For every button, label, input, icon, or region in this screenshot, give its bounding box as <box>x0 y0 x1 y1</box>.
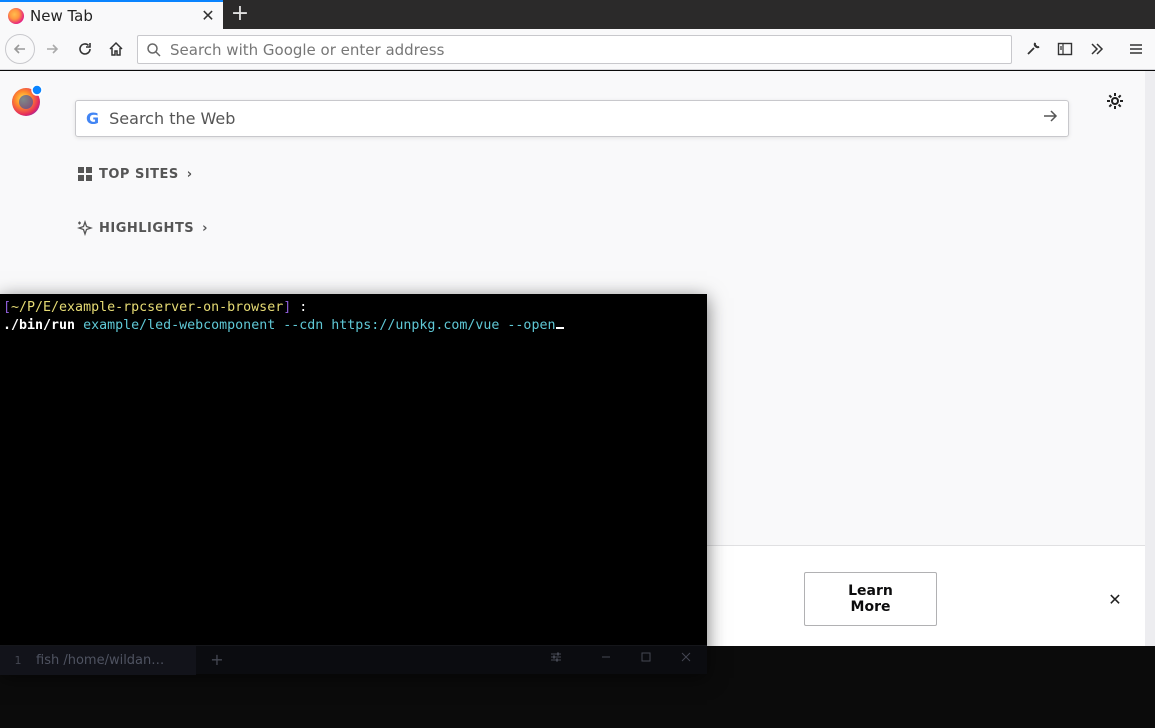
snippet-close-button[interactable]: ✕ <box>1105 590 1125 610</box>
home-icon <box>109 41 123 56</box>
terminal-prompt-line: [~/P/E/example-rpcserver-on-browser] : <box>3 299 703 317</box>
address-bar[interactable]: Search with Google or enter address <box>137 35 1012 64</box>
sidebar-icon <box>1057 42 1073 56</box>
terminal-output[interactable]: [~/P/E/example-rpcserver-on-browser] : .… <box>3 299 703 335</box>
wrench-icon <box>1027 42 1040 55</box>
back-arrow-icon <box>13 44 25 54</box>
hamburger-icon <box>1130 44 1142 54</box>
chevron-right-icon: › <box>186 166 193 182</box>
command-arg-url: https://unpkg.com/vue <box>331 318 500 333</box>
forward-button[interactable] <box>37 34 67 64</box>
google-logo-icon: G <box>86 109 100 128</box>
text-cursor <box>556 327 565 329</box>
tab-strip: New Tab ✕ + <box>0 0 1155 29</box>
terminal-tab[interactable]: 1 fish /home/wildan… <box>0 646 196 675</box>
customize-settings-button[interactable] <box>1103 91 1127 115</box>
terminal-close-button[interactable] <box>676 646 696 674</box>
search-icon <box>147 42 161 57</box>
minimize-icon <box>602 656 610 658</box>
gear-icon <box>1107 93 1123 109</box>
forward-arrow-icon <box>47 44 59 54</box>
command-flag-cdn: --cdn <box>283 318 324 333</box>
back-button[interactable] <box>5 34 35 64</box>
chevron-right-icon: › <box>202 220 209 236</box>
tab-title: New Tab <box>30 6 93 25</box>
prompt-cwd: ~/P/E/example-rpcserver-on-browser <box>11 300 284 315</box>
terminal-preferences-button[interactable] <box>546 646 566 674</box>
terminal-command-line[interactable]: ./bin/run example/led-webcomponent --cdn… <box>3 317 703 335</box>
terminal-window[interactable]: [~/P/E/example-rpcserver-on-browser] : .… <box>0 294 707 675</box>
maximize-icon <box>641 652 651 662</box>
web-search-input[interactable]: G Search the Web <box>75 100 1069 137</box>
search-submit-button[interactable] <box>1032 108 1068 129</box>
command-name: ./bin/run <box>3 318 76 333</box>
command-flag-open: --open <box>507 318 556 333</box>
home-button[interactable] <box>101 34 131 64</box>
navigation-toolbar: Search with Google or enter address <box>0 29 1155 70</box>
reload-icon <box>79 43 91 55</box>
prompt-open-bracket: [ <box>3 300 12 315</box>
web-search-placeholder: Search the Web <box>109 109 236 128</box>
grid-icon <box>78 167 92 181</box>
sliders-icon <box>551 652 561 662</box>
hamburger-menu-button[interactable] <box>1121 34 1151 64</box>
highlights-section-header[interactable]: HIGHLIGHTS › <box>77 220 208 236</box>
double-chevron-right-icon <box>1091 43 1104 55</box>
firefox-favicon-icon <box>8 7 24 24</box>
terminal-maximize-button[interactable] <box>636 646 656 674</box>
terminal-tab-bar: 1 fish /home/wildan… + <box>0 645 707 675</box>
highlights-label: HIGHLIGHTS <box>99 220 195 236</box>
learn-more-button[interactable]: Learn More <box>804 572 937 626</box>
arrow-right-icon <box>1044 110 1058 122</box>
top-sites-label: TOP SITES <box>99 166 179 182</box>
terminal-minimize-button[interactable] <box>596 646 616 674</box>
reload-button[interactable] <box>70 34 100 64</box>
sidebar-toggle-button[interactable] <box>1050 34 1080 64</box>
overflow-menu-button[interactable] <box>1082 34 1112 64</box>
tab-new-tab[interactable]: New Tab ✕ <box>0 0 223 29</box>
terminal-tab-number: 1 <box>14 653 22 667</box>
tab-close-button[interactable]: ✕ <box>197 6 219 25</box>
command-arg-target: example/led-webcomponent <box>83 318 276 333</box>
highlights-sparkle-icon <box>77 220 93 236</box>
firefox-logo-icon <box>12 85 43 116</box>
new-tab-button[interactable]: + <box>228 0 252 29</box>
prompt-suffix: : <box>291 300 308 315</box>
top-sites-section-header[interactable]: TOP SITES › <box>77 166 193 182</box>
close-icon <box>681 652 691 662</box>
terminal-new-tab-button[interactable]: + <box>207 646 227 674</box>
address-bar-placeholder: Search with Google or enter address <box>170 40 445 59</box>
developer-tools-button[interactable] <box>1018 34 1048 64</box>
terminal-tab-title: fish /home/wildan… <box>36 652 165 668</box>
